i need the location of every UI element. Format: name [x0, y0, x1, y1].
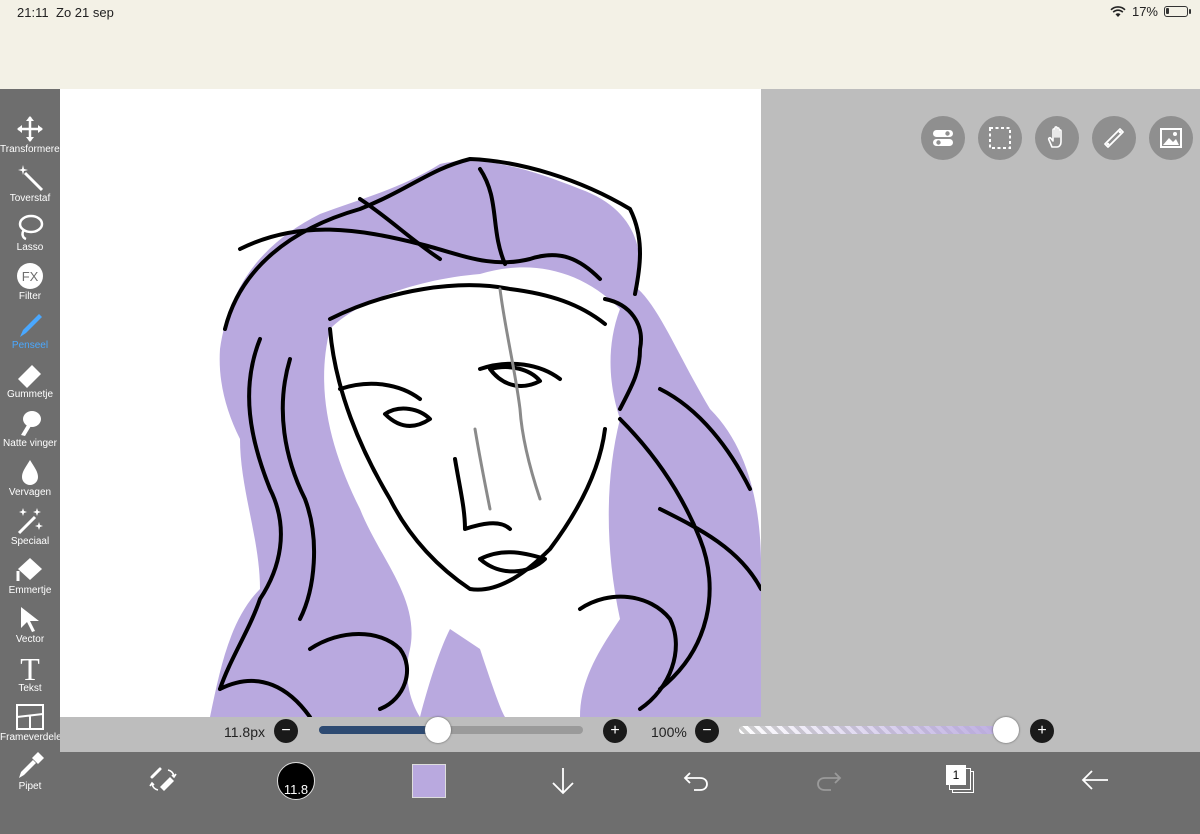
- brush-size-value: 11.8px: [224, 724, 265, 740]
- tool-label: Lasso: [16, 242, 44, 253]
- size-minus-button[interactable]: −: [274, 719, 298, 743]
- tool-transformeren[interactable]: Transformeren: [0, 114, 66, 155]
- opacity-value: 100%: [651, 724, 687, 740]
- magic-wand-icon: [0, 163, 60, 193]
- status-right: 17%: [1110, 4, 1191, 19]
- sparkle-icon: [0, 506, 60, 536]
- tool-label: Natte vinger: [3, 438, 57, 449]
- size-slider-knob[interactable]: [424, 717, 451, 743]
- status-bar: 21:11 Zo 21 sep 17%: [0, 0, 1200, 90]
- tool-label: Emmertje: [8, 585, 52, 596]
- redo-icon: [817, 772, 842, 791]
- back-button[interactable]: [1080, 765, 1110, 800]
- tool-label: Vector: [15, 634, 45, 645]
- undo-icon: [683, 772, 708, 791]
- tool-label: Toverstaf: [9, 193, 51, 204]
- hand-icon: [1047, 126, 1062, 148]
- bucket-icon: [0, 555, 60, 585]
- arrow-left-icon: [1081, 770, 1108, 790]
- brush-icon: [0, 310, 60, 340]
- tool-natte-vinger[interactable]: Natte vinger: [0, 408, 60, 449]
- blur-drop-icon: [0, 457, 60, 487]
- canvas-background: [761, 89, 1200, 717]
- tool-tekst[interactable]: T Tekst: [0, 653, 60, 694]
- tool-frameverdeler[interactable]: Frameverdeler: [0, 702, 66, 743]
- size-plus-button[interactable]: +: [603, 719, 627, 743]
- selection-icon: [989, 127, 1011, 149]
- color-swatch: [412, 764, 446, 798]
- move-icon: [0, 114, 60, 144]
- selection-button[interactable]: [978, 116, 1022, 160]
- tool-pipet[interactable]: Pipet: [0, 751, 60, 792]
- brush-size-button[interactable]: 11.8: [277, 762, 315, 800]
- drawing-canvas[interactable]: [60, 89, 761, 717]
- arrow-down-icon: [552, 768, 574, 795]
- tool-speciaal[interactable]: Speciaal: [0, 506, 60, 547]
- battery-icon: [1164, 6, 1191, 17]
- text-icon: T: [0, 653, 60, 683]
- brush-eraser-swap-icon: [149, 767, 177, 791]
- tool-filter[interactable]: FX Filter: [0, 261, 60, 302]
- eyedropper-icon: [0, 751, 60, 781]
- opacity-slider-knob[interactable]: [993, 717, 1019, 743]
- brush-size-label: 11.8: [283, 782, 309, 797]
- opacity-minus-button[interactable]: −: [695, 719, 719, 743]
- tool-toverstaf[interactable]: Toverstaf: [0, 163, 60, 204]
- toggle-button[interactable]: [921, 116, 965, 160]
- eraser-icon: [0, 359, 60, 389]
- drawing-artwork: [210, 157, 761, 717]
- image-button[interactable]: [1149, 116, 1193, 160]
- ruler-button[interactable]: [1092, 116, 1136, 160]
- toggle-icon: [933, 130, 953, 146]
- lasso-icon: [0, 212, 60, 242]
- download-button[interactable]: [549, 765, 577, 802]
- wifi-icon: [1110, 5, 1126, 17]
- opacity-plus-button[interactable]: +: [1030, 719, 1054, 743]
- tool-label: Transformeren: [0, 144, 66, 155]
- frame-divider-icon: [0, 702, 60, 732]
- tool-label: Frameverdeler: [0, 732, 66, 743]
- fx-icon: FX: [0, 261, 60, 291]
- tool-label: Pipet: [18, 781, 42, 792]
- layers-icon: 1: [946, 765, 976, 795]
- brush-size-circle: 11.8: [277, 762, 315, 800]
- smudge-icon: [0, 408, 60, 438]
- tool-penseel[interactable]: Penseel: [0, 310, 60, 351]
- status-time: 21:11: [17, 5, 49, 20]
- brush-swap-button[interactable]: [148, 765, 178, 800]
- tool-label: Vervagen: [8, 487, 52, 498]
- tool-vervagen[interactable]: Vervagen: [0, 457, 60, 498]
- ruler-icon: [1104, 128, 1124, 148]
- status-date: Zo 21 sep: [56, 5, 114, 20]
- tool-label: Filter: [18, 291, 42, 302]
- battery-percent: 17%: [1131, 4, 1158, 19]
- tool-emmertje[interactable]: Emmertje: [0, 555, 60, 596]
- tool-lasso[interactable]: Lasso: [0, 212, 60, 253]
- tool-sidebar: Transformeren Toverstaf Lasso FX Filter Pense…: [0, 89, 66, 834]
- tool-label: Penseel: [11, 340, 49, 351]
- cursor-arrow-icon: [0, 604, 60, 634]
- bottom-toolbar: [60, 752, 1200, 834]
- svg-text:T: T: [20, 653, 40, 683]
- image-icon: [1160, 128, 1182, 148]
- undo-button[interactable]: [682, 765, 710, 800]
- color-button[interactable]: [412, 764, 446, 798]
- tool-gummetje[interactable]: Gummetje: [0, 359, 60, 400]
- opacity-slider[interactable]: [739, 726, 1019, 734]
- tool-label: Speciaal: [10, 536, 50, 547]
- layers-count: 1: [946, 765, 966, 785]
- tool-label: Gummetje: [6, 389, 54, 400]
- hand-button[interactable]: [1035, 116, 1079, 160]
- layers-button[interactable]: 1: [946, 765, 976, 795]
- size-slider[interactable]: [319, 726, 583, 734]
- svg-text:FX: FX: [22, 269, 39, 284]
- redo-button[interactable]: [815, 765, 843, 800]
- tool-vector[interactable]: Vector: [0, 604, 60, 645]
- tool-label: Tekst: [18, 683, 42, 694]
